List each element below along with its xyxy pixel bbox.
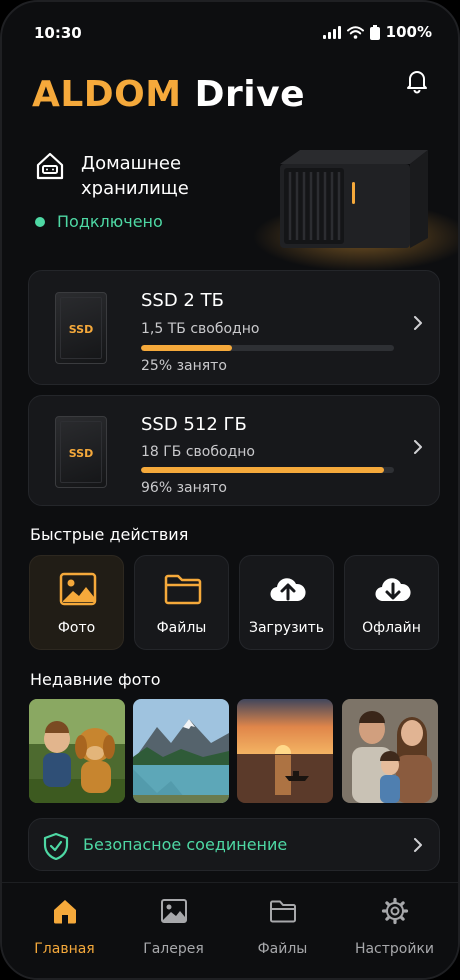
ssd-drive-icon: SSD [55, 416, 107, 488]
drive-free-space: 1,5 ТБ свободно [141, 321, 260, 337]
chevron-right-icon [414, 316, 422, 330]
cloud-download-icon [375, 578, 411, 602]
tab-gallery[interactable]: Галерея [116, 893, 231, 957]
drive-free-space: 18 ГБ свободно [141, 444, 255, 460]
cloud-upload-icon [270, 578, 306, 602]
photo-family-portrait[interactable] [342, 699, 438, 803]
folder-icon [270, 900, 296, 923]
drive-usage-fill [141, 467, 384, 473]
photo-mountain-lake[interactable] [133, 699, 229, 803]
shield-check-icon [43, 832, 69, 860]
storage-hero: Домашнее хранилище Подключено [2, 132, 458, 272]
tab-label: Галерея [143, 941, 204, 957]
chevron-right-icon [414, 838, 422, 852]
recent-photos-title: Недавние фото [30, 670, 161, 689]
battery-icon [369, 24, 380, 40]
quick-action-photos[interactable]: Фото [29, 555, 124, 650]
status-indicators: 100% [322, 23, 432, 41]
tab-settings[interactable]: Настройки [337, 893, 452, 957]
status-bar: 10:30 100% [2, 2, 458, 62]
connection-status: Подключено [57, 212, 163, 231]
status-time: 10:30 [34, 24, 82, 42]
drive-used-label: 96% занято [141, 480, 227, 496]
tab-files[interactable]: Файлы [225, 893, 340, 957]
quick-action-offline[interactable]: Офлайн [344, 555, 439, 650]
gear-icon [381, 897, 409, 925]
secure-connection-label: Безопасное соединение [83, 835, 288, 854]
house-icon [36, 152, 64, 180]
quick-actions-title: Быстрые действия [30, 525, 189, 544]
wifi-icon [346, 25, 364, 39]
drive-usage-bar [141, 467, 394, 473]
cellular-signal-icon [322, 25, 341, 39]
product-name: Drive [194, 74, 306, 115]
quick-action-label: Офлайн [362, 620, 421, 636]
gallery-icon [161, 899, 187, 923]
quick-action-label: Файлы [156, 620, 207, 636]
drive-usage-bar [141, 345, 394, 351]
tab-label: Главная [34, 941, 95, 957]
secure-connection-row[interactable]: Безопасное соединение [28, 818, 440, 871]
storage-name: Домашнее хранилище [81, 153, 189, 199]
phone-screen: 10:30 100% ALDOM Drive Домашнее хранилищ… [0, 0, 460, 980]
image-icon [59, 572, 97, 606]
bell-icon[interactable] [404, 68, 430, 94]
drive-name: SSD 2 ТБ [141, 290, 224, 311]
chevron-right-icon [414, 440, 422, 454]
tab-home[interactable]: Главная [7, 893, 122, 957]
quick-action-label: Загрузить [248, 620, 325, 636]
tab-label: Настройки [354, 941, 435, 957]
drive-name: SSD 512 ГБ [141, 414, 247, 435]
drive-used-label: 25% занято [141, 358, 227, 374]
home-icon [54, 900, 76, 924]
tab-label: Файлы [257, 941, 308, 957]
status-dot [35, 217, 45, 227]
brand-name: ALDOM [32, 74, 182, 115]
bottom-tab-bar: Главная Галерея Файлы Настройки [2, 882, 458, 978]
quick-action-files[interactable]: Файлы [134, 555, 229, 650]
drive-card-2[interactable]: SSD SSD 512 ГБ 18 ГБ свободно 96% занято [28, 395, 440, 506]
quick-action-upload[interactable]: Загрузить [239, 555, 334, 650]
drive-card-1[interactable]: SSD SSD 2 ТБ 1,5 ТБ свободно 25% занято [28, 270, 440, 385]
photo-child-with-dog[interactable] [29, 699, 125, 803]
app-title: ALDOM Drive [32, 74, 305, 115]
ssd-drive-icon: SSD [55, 292, 107, 364]
quick-action-label: Фото [57, 620, 96, 636]
nas-device-image [280, 150, 428, 248]
drive-usage-fill [141, 345, 233, 351]
battery-percent: 100% [385, 23, 432, 41]
folder-icon [164, 574, 202, 605]
photo-sunset-boat[interactable] [237, 699, 333, 803]
